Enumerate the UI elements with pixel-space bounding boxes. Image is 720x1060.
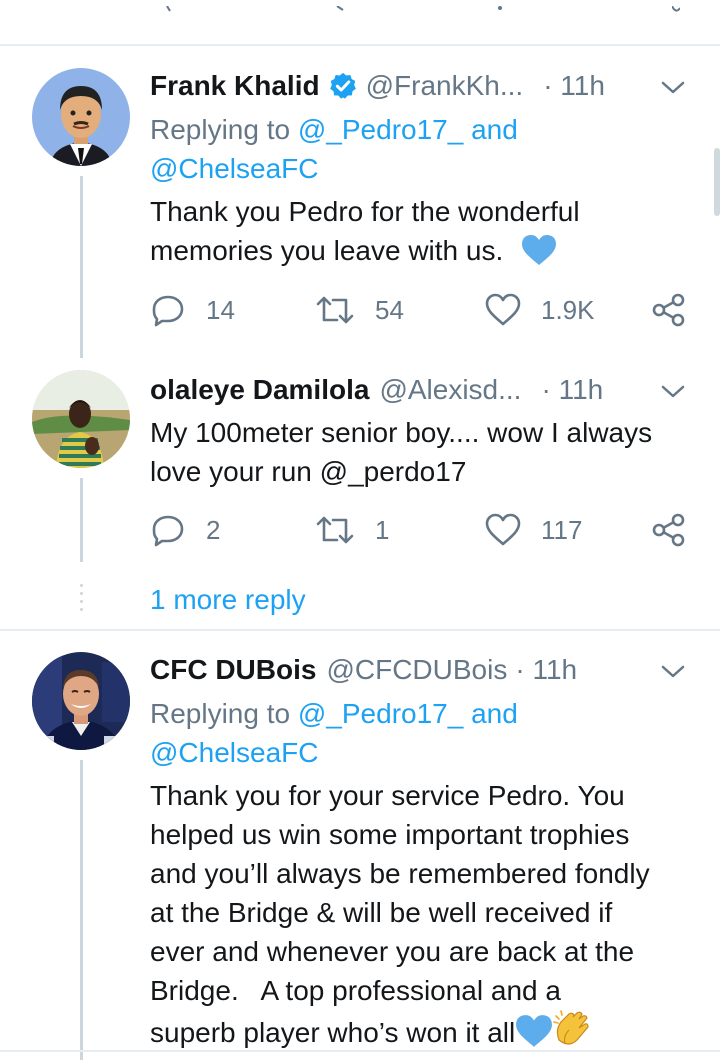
tweet-header: olaleye Damilola @Alexisd... · 11h (150, 370, 603, 410)
share-button[interactable] (652, 510, 686, 550)
verified-badge-icon (329, 72, 356, 99)
thread-dots (80, 584, 83, 616)
display-name[interactable]: Frank Khalid (150, 70, 320, 102)
retweet-button[interactable]: 54 (315, 290, 404, 330)
tweet-text: My 100meter senior boy.... wow I always … (150, 413, 710, 491)
tweet-text-line: at the Bridge & will be well received if (150, 897, 613, 928)
share-icon (652, 513, 685, 547)
separator (0, 629, 720, 631)
separator (0, 44, 720, 46)
separator (0, 1050, 720, 1052)
timestamp[interactable]: · 11h (541, 374, 603, 406)
tweet-text-line: love your run @_perdo17 (150, 456, 467, 487)
tweet-header: Frank Khalid @FrankKh... · 11h (150, 66, 605, 106)
tweet-text-line: Thank you Pedro for the wonderful (150, 196, 580, 227)
avatar-olaleye-damilola[interactable] (32, 370, 130, 468)
show-more-replies-link[interactable]: 1 more reply (150, 584, 306, 616)
replying-to: Replying to @_Pedro17_ and @ChelseaFC (150, 110, 518, 188)
reply-count: 14 (206, 294, 235, 325)
chevron-down-icon[interactable] (660, 80, 686, 96)
chevron-down-icon[interactable] (660, 664, 686, 680)
avatar-frank-khalid[interactable] (32, 68, 130, 166)
like-count: 117 (541, 514, 583, 545)
like-button[interactable]: 1.9K (485, 290, 595, 330)
retweet-button[interactable]: 1 (315, 510, 389, 550)
tweet-text-line: memories you leave with us. (150, 235, 504, 266)
replying-to-label: Replying to (150, 114, 298, 145)
handle[interactable]: @Alexisd... (379, 374, 521, 406)
young-man-photo-avatar-icon (32, 370, 130, 468)
chevron-down-icon[interactable] (660, 384, 686, 400)
reply-button[interactable]: 14 (150, 290, 235, 330)
display-name[interactable]: CFC DUBois (150, 654, 316, 686)
share-icon-fragment (672, 6, 680, 12)
tweet-text-line: and you’ll always be remembered fondly (150, 858, 650, 889)
thread-line (80, 176, 83, 358)
reply-button[interactable]: 2 (150, 510, 220, 550)
heart-icon (485, 513, 521, 546)
retweet-count: 1 (375, 514, 390, 545)
retweet-count: 54 (375, 294, 404, 325)
blue-heart-icon (516, 1015, 553, 1047)
blue-heart-icon (522, 235, 557, 265)
tweet-text-line: Thank you for your service Pedro. You (150, 780, 625, 811)
heart-icon (485, 293, 521, 326)
like-count: 1.9K (541, 294, 595, 325)
clapping-hands-icon (553, 1010, 589, 1045)
tweet-text-line: My 100meter senior boy.... wow I always (150, 417, 653, 448)
handle[interactable]: @CFCDUBois (326, 654, 507, 686)
tweet-text-line: helped us win some important trophies (150, 819, 630, 850)
reply-icon (152, 515, 184, 547)
replying-to-link[interactable]: @ChelseaFC (150, 733, 518, 772)
reply-icon-fragment (166, 6, 171, 12)
previous-tweet-actions-fragment (0, 0, 720, 22)
reply-count: 2 (206, 514, 221, 545)
tweet-text-line: Bridge. A top professional and a (150, 975, 561, 1006)
share-button[interactable] (652, 290, 686, 330)
replying-to: Replying to @_Pedro17_ and @ChelseaFC (150, 694, 518, 772)
tweet-text-line: superb player who’s won it all (150, 1017, 516, 1048)
scrollbar-thumb[interactable] (714, 148, 720, 216)
tweet-header: CFC DUBois @CFCDUBois · 11h (150, 650, 577, 690)
handle[interactable]: @FrankKh... (366, 70, 524, 102)
share-icon (652, 293, 685, 327)
timestamp[interactable]: · 11h (543, 70, 605, 102)
avatar-cfc-dubois[interactable] (32, 652, 130, 750)
like-button[interactable]: 117 (485, 510, 582, 550)
cartoon-man-avatar-icon (32, 68, 130, 166)
tweet-actions: 14 54 1.9K (150, 290, 690, 330)
reply-icon (152, 295, 184, 327)
like-icon-fragment (498, 6, 502, 10)
tweet-thread: Frank Khalid @FrankKh... · 11h Replying … (0, 0, 720, 1060)
retweet-icon (316, 516, 354, 544)
tweet-actions: 2 1 117 (150, 510, 690, 550)
replying-to-link[interactable]: @_Pedro17_ and (298, 114, 518, 145)
tweet-text-line: ever and whenever you are back at the (150, 936, 635, 967)
thread-line (80, 760, 83, 1060)
tweet-text: Thank you for your service Pedro. You he… (150, 776, 710, 1052)
retweet-icon (316, 296, 354, 324)
replying-to-link[interactable]: @ChelseaFC (150, 149, 518, 188)
replying-to-link[interactable]: @_Pedro17_ and (298, 698, 518, 729)
tweet-text: Thank you Pedro for the wonderful memori… (150, 192, 710, 270)
replying-to-label: Replying to (150, 698, 298, 729)
smiling-man-photo-avatar-icon (32, 652, 130, 750)
thread-line (80, 478, 83, 562)
timestamp[interactable]: · 11h (515, 654, 577, 686)
retweet-icon-fragment (336, 6, 344, 11)
display-name[interactable]: olaleye Damilola (150, 374, 369, 406)
